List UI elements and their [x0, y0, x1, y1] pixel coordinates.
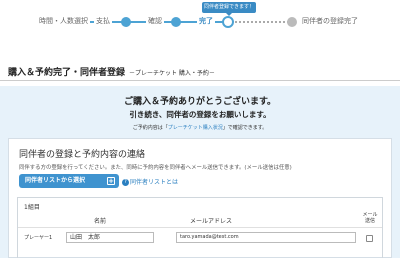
step-label-2: 支払 [94, 14, 112, 28]
page-subtitle: －プレーチケット 購入・予約－ [129, 70, 215, 77]
step-circle-icon [222, 16, 234, 28]
step-dot-2 [121, 17, 131, 27]
step-label-1: 時間・人数選択 [37, 14, 90, 28]
group-label: 1組目 [24, 204, 40, 211]
name-input[interactable]: 山田 太郎 [66, 232, 154, 243]
select-button-label: 同伴者リストから選択 [25, 177, 86, 184]
header-divider [18, 227, 382, 228]
note-suffix: 」で確認できます。 [222, 125, 268, 131]
step-label-4: 完了 [197, 14, 215, 28]
page-header: 購入＆予約完了・同伴者登録 －プレーチケット 購入・予約－ [8, 60, 215, 79]
step-indicator: 時間・人数選択 支払 確認 完了 同伴者の登録完了 同伴者登録できます！ [0, 0, 400, 34]
question-circle-icon: ? [122, 179, 129, 186]
email-input[interactable]: taro.yamada@test.com [176, 232, 356, 243]
purchase-status-link[interactable]: プレーチケット購入状況 [168, 125, 223, 131]
thanks-message: 引き続き、同伴者の登録をお願いします。 [129, 110, 271, 119]
companion-list-help-link[interactable]: ? 同伴者リストとは [122, 177, 178, 186]
step-remaining-line [228, 21, 292, 23]
step-dot-5 [287, 17, 297, 27]
section-title: 同伴者の登録と予約内容の連絡 [19, 150, 146, 160]
column-header-send: メール送信 [362, 212, 378, 224]
current-step-badge: 同伴者登録できます！ [202, 2, 256, 16]
step-label-3: 確認 [146, 14, 164, 28]
title-divider [0, 80, 400, 81]
select-from-list-button[interactable]: 同伴者リストから選択 + [19, 174, 119, 188]
companion-card: 同伴者の登録と予約内容の連絡 同伴する方の登録を行ってください。また、同時に予約… [8, 138, 392, 258]
player-label: プレーヤー1 [24, 235, 53, 241]
group-box: 1組目 名前 メールアドレス メール送信 プレーヤー1 山田 太郎 taro.y… [17, 197, 383, 258]
thanks-note: ご予約内容は「プレーチケット購入状況」で確認できます。 [0, 124, 400, 131]
step-label-5: 同伴者の登録完了 [300, 14, 360, 28]
column-header-email: メールアドレス [190, 218, 233, 225]
plus-square-icon: + [107, 177, 115, 185]
help-link-label: 同伴者リストとは [130, 179, 179, 186]
checkbox-icon[interactable] [366, 235, 373, 242]
column-header-name: 名前 [94, 218, 107, 225]
completion-panel: ご購入＆予約ありがとうございます。 引き続き、同伴者の登録をお願いします。 ご予… [0, 86, 400, 258]
note-prefix: ご予約内容は「 [132, 125, 168, 131]
section-description: 同伴する方の登録を行ってください。また、同時に予約内容を同伴者へメール送信できま… [19, 165, 292, 171]
page-title: 購入＆予約完了・同伴者登録 [8, 68, 126, 78]
thanks-title: ご購入＆予約ありがとうございます。 [123, 97, 277, 107]
step-dot-3 [171, 17, 181, 27]
